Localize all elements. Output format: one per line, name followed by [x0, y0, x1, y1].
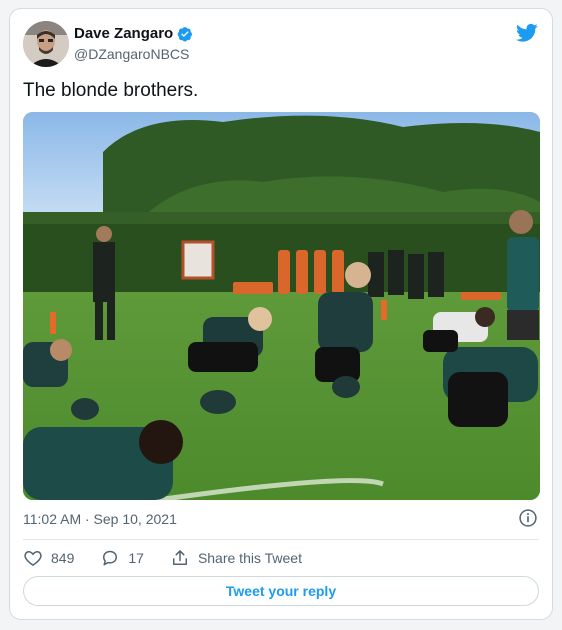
like-action[interactable]: 849 — [23, 548, 74, 568]
action-bar: 849 17 Share this Tweet — [23, 547, 328, 569]
author-handle[interactable]: @DZangaroNBCS — [74, 46, 189, 62]
reply-icon — [103, 550, 118, 566]
share-action[interactable]: Share this Tweet — [170, 548, 302, 568]
tweet-timestamp[interactable]: 11:02 AM · Sep 10, 2021 — [23, 511, 177, 527]
twitter-bird-icon[interactable] — [516, 23, 538, 43]
verified-badge-icon — [177, 26, 193, 41]
divider — [23, 539, 539, 540]
author-name[interactable]: Dave Zangaro — [74, 25, 173, 42]
avatar[interactable] — [23, 21, 69, 67]
tweet-reply-button[interactable]: Tweet your reply — [23, 576, 539, 606]
info-icon[interactable] — [518, 508, 538, 528]
share-icon — [172, 550, 187, 565]
tweet-card: Dave Zangaro @DZangaroNBCS The blonde br… — [9, 8, 553, 620]
reply-count: 17 — [128, 550, 144, 566]
reply-action[interactable]: 17 — [100, 548, 144, 568]
share-label: Share this Tweet — [197, 550, 302, 566]
like-count: 849 — [51, 550, 75, 566]
heart-icon — [24, 550, 42, 566]
tweet-text: The blonde brothers. — [23, 80, 199, 101]
tweet-photo[interactable] — [23, 112, 540, 500]
